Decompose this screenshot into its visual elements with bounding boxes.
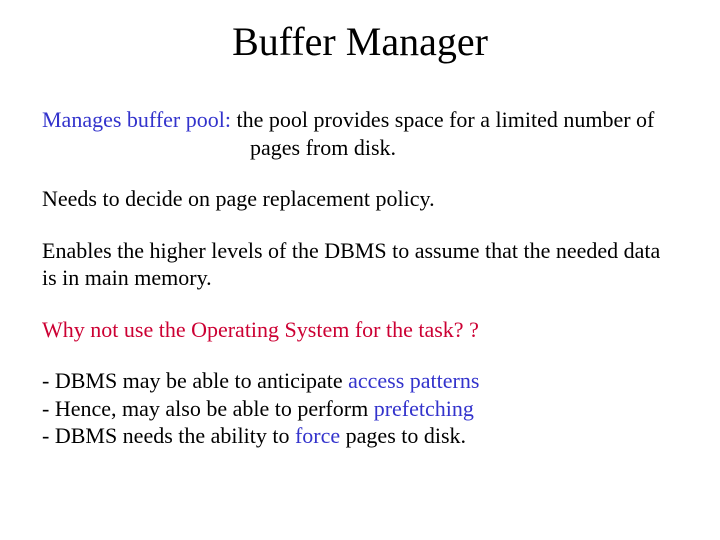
bullet-access-patterns: - DBMS may be able to anticipate access … xyxy=(42,367,678,395)
bullet-keyword: force xyxy=(295,423,340,448)
bullet-keyword: access patterns xyxy=(348,368,479,393)
bullet-text: - Hence, may also be able to perform xyxy=(42,396,374,421)
bullet-list: - DBMS may be able to anticipate access … xyxy=(42,367,678,450)
paragraph-main-memory: Enables the higher levels of the DBMS to… xyxy=(42,237,678,292)
bullet-force-pages: - DBMS needs the ability to force pages … xyxy=(42,422,678,450)
buffer-pool-lead: Manages buffer pool: xyxy=(42,107,231,132)
bullet-text: - DBMS may be able to anticipate xyxy=(42,368,348,393)
paragraph-why-not-os: Why not use the Operating System for the… xyxy=(42,316,678,344)
bullet-keyword: prefetching xyxy=(374,396,474,421)
bullet-text: - DBMS needs the ability to xyxy=(42,423,295,448)
paragraph-buffer-pool: Manages buffer pool: the pool provides s… xyxy=(42,106,678,161)
slide-title: Buffer Manager xyxy=(0,18,720,65)
paragraph-replacement-policy: Needs to decide on page replacement poli… xyxy=(42,185,678,213)
bullet-prefetching: - Hence, may also be able to perform pre… xyxy=(42,395,678,423)
bullet-text-tail: pages to disk. xyxy=(340,423,466,448)
slide-body: Manages buffer pool: the pool provides s… xyxy=(42,106,678,450)
slide: Buffer Manager Manages buffer pool: the … xyxy=(0,0,720,540)
buffer-pool-rest: the pool provides space for a limited nu… xyxy=(231,107,654,160)
